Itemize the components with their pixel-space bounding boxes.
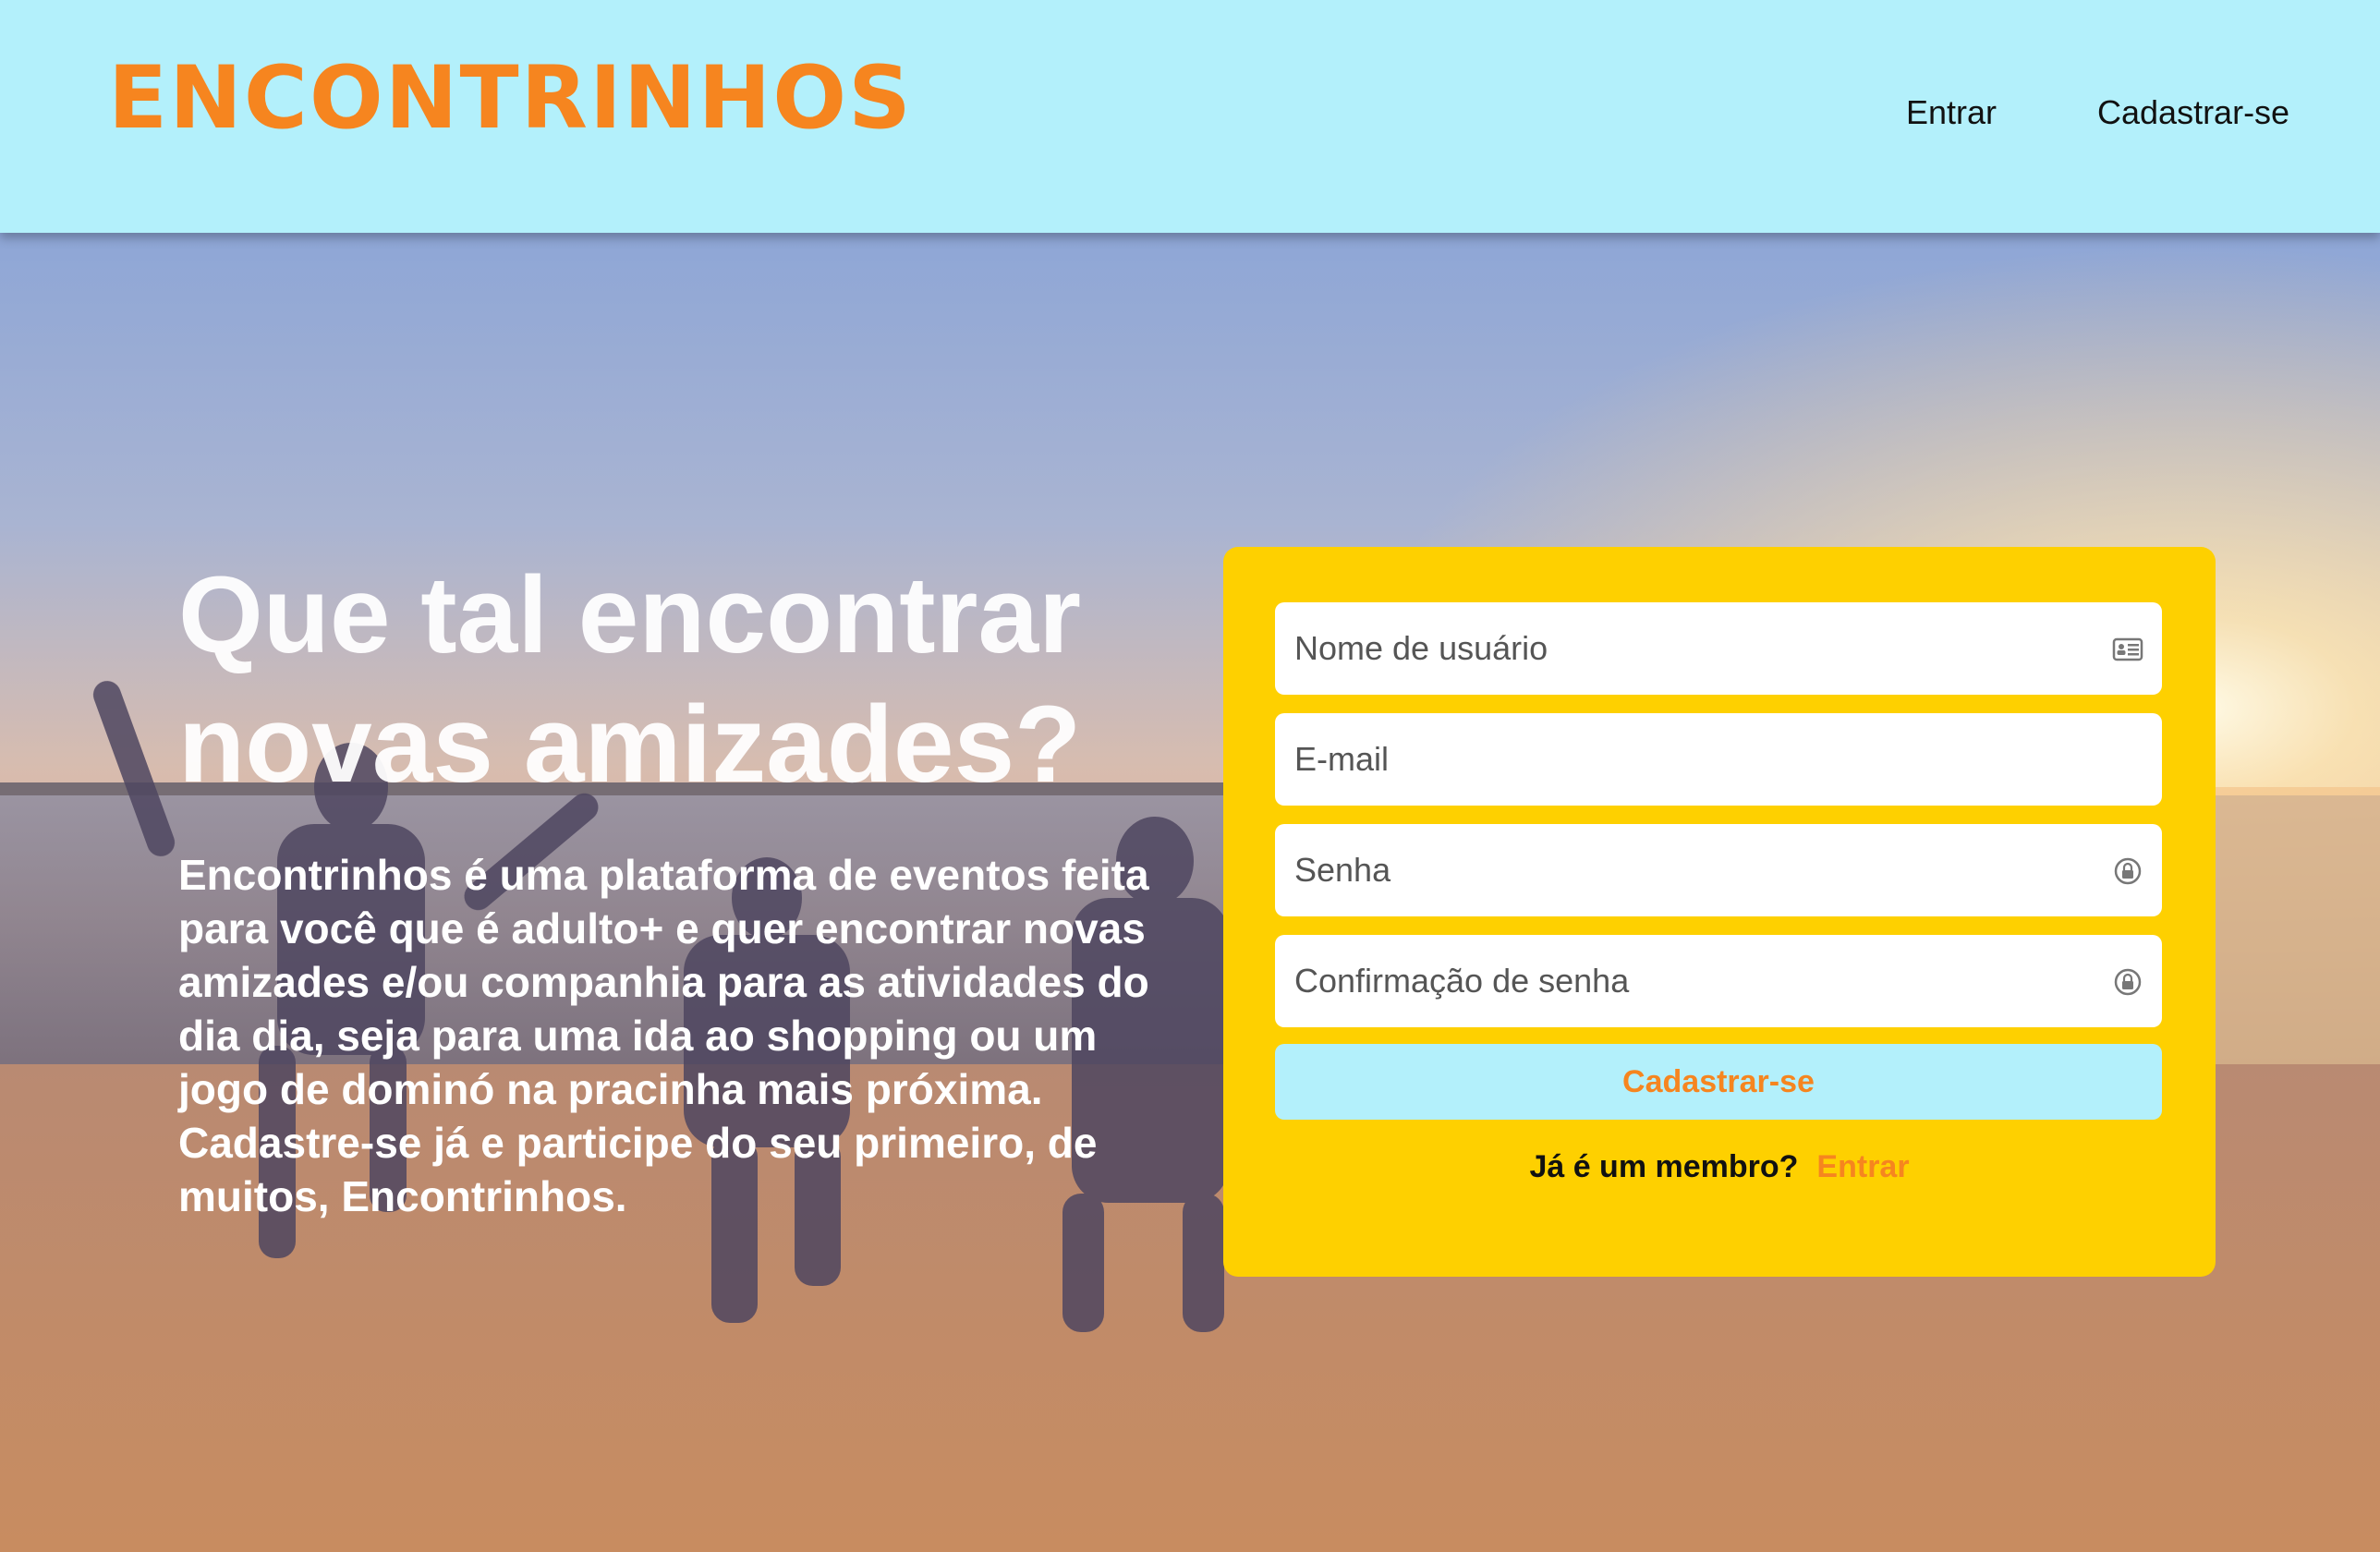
logo[interactable]: ENCONTRINHOS [108, 55, 913, 142]
hero-description: Encontrinhos é uma plataforma de eventos… [178, 851, 1149, 1220]
email-input[interactable] [1275, 713, 2162, 806]
nav-signup-link[interactable]: Cadastrar-se [2097, 96, 2289, 129]
signup-form-card: Cadastrar-se Já é um membro? Entrar [1223, 547, 2216, 1277]
signup-submit-button[interactable]: Cadastrar-se [1275, 1044, 2162, 1120]
id-card-icon [2112, 634, 2143, 665]
confirm-password-input[interactable] [1275, 935, 2162, 1027]
nav-login-link[interactable]: Entrar [1906, 96, 1997, 129]
hero-headline: Que tal encontrar novas amizades? [178, 554, 1082, 806]
username-input[interactable] [1275, 602, 2162, 695]
lock-icon [2112, 855, 2143, 887]
username-field [1275, 602, 2162, 695]
password-input[interactable] [1275, 824, 2162, 916]
email-field [1275, 713, 2162, 806]
confirm-password-field [1275, 935, 2162, 1027]
member-login-link[interactable]: Entrar [1816, 1149, 1909, 1184]
password-field [1275, 824, 2162, 916]
top-header: ENCONTRINHOS Entrar Cadastrar-se [0, 0, 2380, 233]
lock-icon [2112, 966, 2143, 998]
member-login-prompt: Já é um membro? Entrar [1223, 1151, 2216, 1182]
member-question: Já é um membro? [1529, 1149, 1799, 1184]
